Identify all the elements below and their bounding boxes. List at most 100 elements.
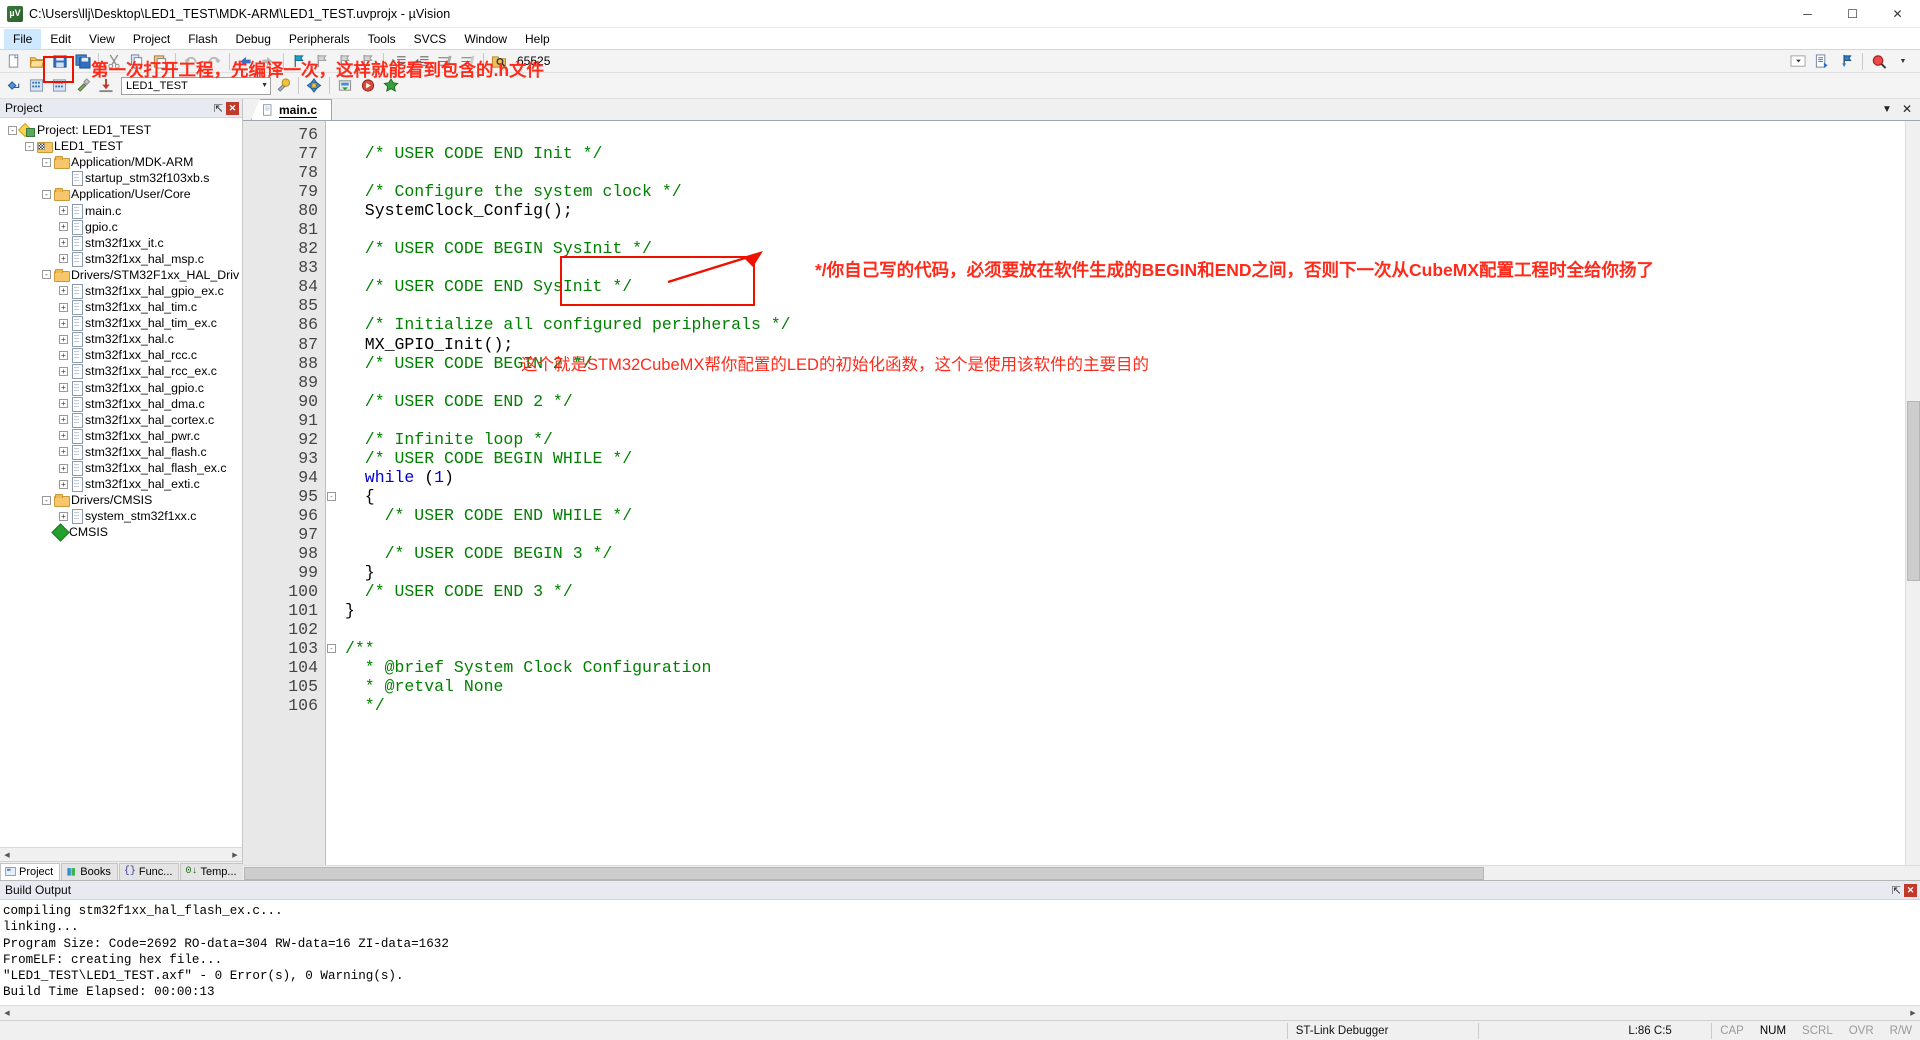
bookmark-next-icon[interactable] [334,51,356,71]
uncomment-icon[interactable] [457,51,479,71]
build-output-hscrollbar[interactable]: ◀ ▶ [0,1005,1920,1020]
magnifier-caret-icon[interactable]: ▼ [1892,51,1914,71]
tree-expander[interactable]: + [59,206,68,216]
scroll-right-icon[interactable]: ▶ [1906,1006,1920,1020]
configuration-wizard-icon[interactable] [380,76,402,96]
fold-toggle[interactable]: - [326,639,337,658]
tree-expander[interactable]: + [59,383,68,393]
menu-edit[interactable]: Edit [41,29,80,49]
tree-expander[interactable]: + [59,366,68,376]
navigate-forward-icon[interactable] [257,51,279,71]
tree-expander[interactable]: + [59,254,68,264]
code-line[interactable]: */ [337,696,1920,715]
pin-icon[interactable]: ⇱ [1892,884,1901,897]
tree-item[interactable]: + stm32f1xx_hal_rcc_ex.c [0,363,242,380]
menu-svcs[interactable]: SVCS [405,29,456,49]
build-icon[interactable] [26,76,48,96]
menu-debug[interactable]: Debug [227,29,280,49]
insert-file-icon[interactable] [1811,51,1833,71]
tree-expander[interactable]: - [42,495,51,505]
tree-expander[interactable]: + [59,399,68,409]
tree-item[interactable]: startup_stm32f103xb.s [0,170,242,187]
code-line[interactable] [337,220,1920,239]
menu-help[interactable]: Help [516,29,559,49]
code-folding-column[interactable]: -- [326,121,337,865]
pack-installer-icon[interactable] [334,76,356,96]
comment-icon[interactable] [434,51,456,71]
redo-icon[interactable] [203,51,225,71]
code-line[interactable]: /* USER CODE BEGIN 2 */ [337,354,1920,373]
tree-expander[interactable]: + [59,350,68,360]
bookmark-clear-icon[interactable] [357,51,379,71]
tree-item[interactable]: + main.c [0,202,242,219]
code-line[interactable]: { [337,487,1920,506]
tab-templates[interactable]: 0↓ Temp... [180,863,244,880]
tree-expander[interactable]: + [59,302,68,312]
tree-item[interactable]: CMSIS [0,523,242,542]
bookmark-toggle-icon[interactable] [288,51,310,71]
code-line[interactable]: /* USER CODE END Init */ [337,144,1920,163]
tree-item[interactable]: + stm32f1xx_hal_rcc.c [0,347,242,364]
scroll-track[interactable] [14,848,228,861]
navigate-back-icon[interactable] [234,51,256,71]
tree-item[interactable]: - LED1_TEST [0,138,242,154]
code-line[interactable]: while (1) [337,468,1920,487]
code-line[interactable]: /* Infinite loop */ [337,430,1920,449]
tree-item[interactable]: + stm32f1xx_hal_exti.c [0,476,242,493]
scroll-track[interactable] [14,1006,1906,1020]
tree-expander[interactable]: + [59,238,68,248]
tab-functions[interactable]: {} Func... [118,863,180,880]
tab-books[interactable]: Books [61,863,118,880]
translate-icon[interactable] [3,76,25,96]
menu-window[interactable]: Window [455,29,516,49]
code-line[interactable]: } [337,563,1920,582]
tab-project[interactable]: Project [0,863,61,880]
tree-item[interactable]: + stm32f1xx_it.c [0,235,242,251]
close-icon[interactable]: ✕ [1904,883,1917,897]
tree-item[interactable]: - Project: LED1_TEST [0,122,242,138]
close-icon[interactable]: ✕ [1902,102,1912,116]
code-line[interactable]: SystemClock_Config(); [337,201,1920,220]
editor-vertical-scrollbar[interactable] [1905,121,1920,865]
close-button[interactable]: ✕ [1875,0,1920,28]
tree-item[interactable]: + gpio.c [0,219,242,235]
menu-peripherals[interactable]: Peripherals [280,29,359,49]
menu-file[interactable]: File [4,28,42,49]
rebuild-icon[interactable] [49,76,71,96]
save-icon[interactable] [49,51,71,71]
code-line[interactable]: /* Initialize all configured peripherals… [337,315,1920,334]
tree-expander[interactable]: - [8,125,17,135]
editor-horizontal-scrollbar[interactable] [243,865,1920,880]
tree-expander[interactable]: + [59,318,68,328]
fold-toggle[interactable]: - [326,487,337,506]
target-selector[interactable]: LED1_TEST ▼ [121,76,271,95]
tree-item[interactable]: + stm32f1xx_hal_tim.c [0,299,242,316]
tree-item[interactable]: + stm32f1xx_hal_pwr.c [0,428,242,444]
code-line[interactable] [337,163,1920,182]
code-line[interactable] [337,411,1920,430]
editor-vscroll-thumb[interactable] [1907,401,1920,581]
tree-item[interactable]: + stm32f1xx_hal_cortex.c [0,412,242,428]
tree-expander[interactable]: + [59,511,68,521]
pin-icon[interactable]: ⇱ [214,102,223,115]
tree-item[interactable]: - Application/MDK-ARM [0,154,242,170]
maximize-button[interactable]: ☐ [1830,0,1875,28]
tree-item[interactable]: + stm32f1xx_hal.c [0,331,242,348]
code-line[interactable] [337,296,1920,315]
tree-expander[interactable]: + [59,431,68,441]
tree-item[interactable]: + stm32f1xx_hal_dma.c [0,396,242,412]
tree-item[interactable]: + stm32f1xx_hal_flash.c [0,444,242,460]
tree-item[interactable]: + stm32f1xx_hal_msp.c [0,251,242,267]
scroll-left-icon[interactable]: ◀ [0,848,14,861]
batch-build-icon[interactable] [72,76,94,96]
undo-icon[interactable] [180,51,202,71]
project-tree[interactable]: - Project: LED1_TEST - LED1_TEST - Applicatio… [0,118,242,847]
minimize-button[interactable]: ─ [1785,0,1830,28]
open-file-icon[interactable] [26,51,48,71]
manage-runtime-icon[interactable] [303,76,325,96]
indent-icon[interactable] [388,51,410,71]
code-line[interactable]: /* USER CODE BEGIN SysInit */ [337,239,1920,258]
cut-icon[interactable] [103,51,125,71]
start-debug-icon[interactable] [357,76,379,96]
tree-item[interactable]: - Application/User/Core [0,186,242,202]
